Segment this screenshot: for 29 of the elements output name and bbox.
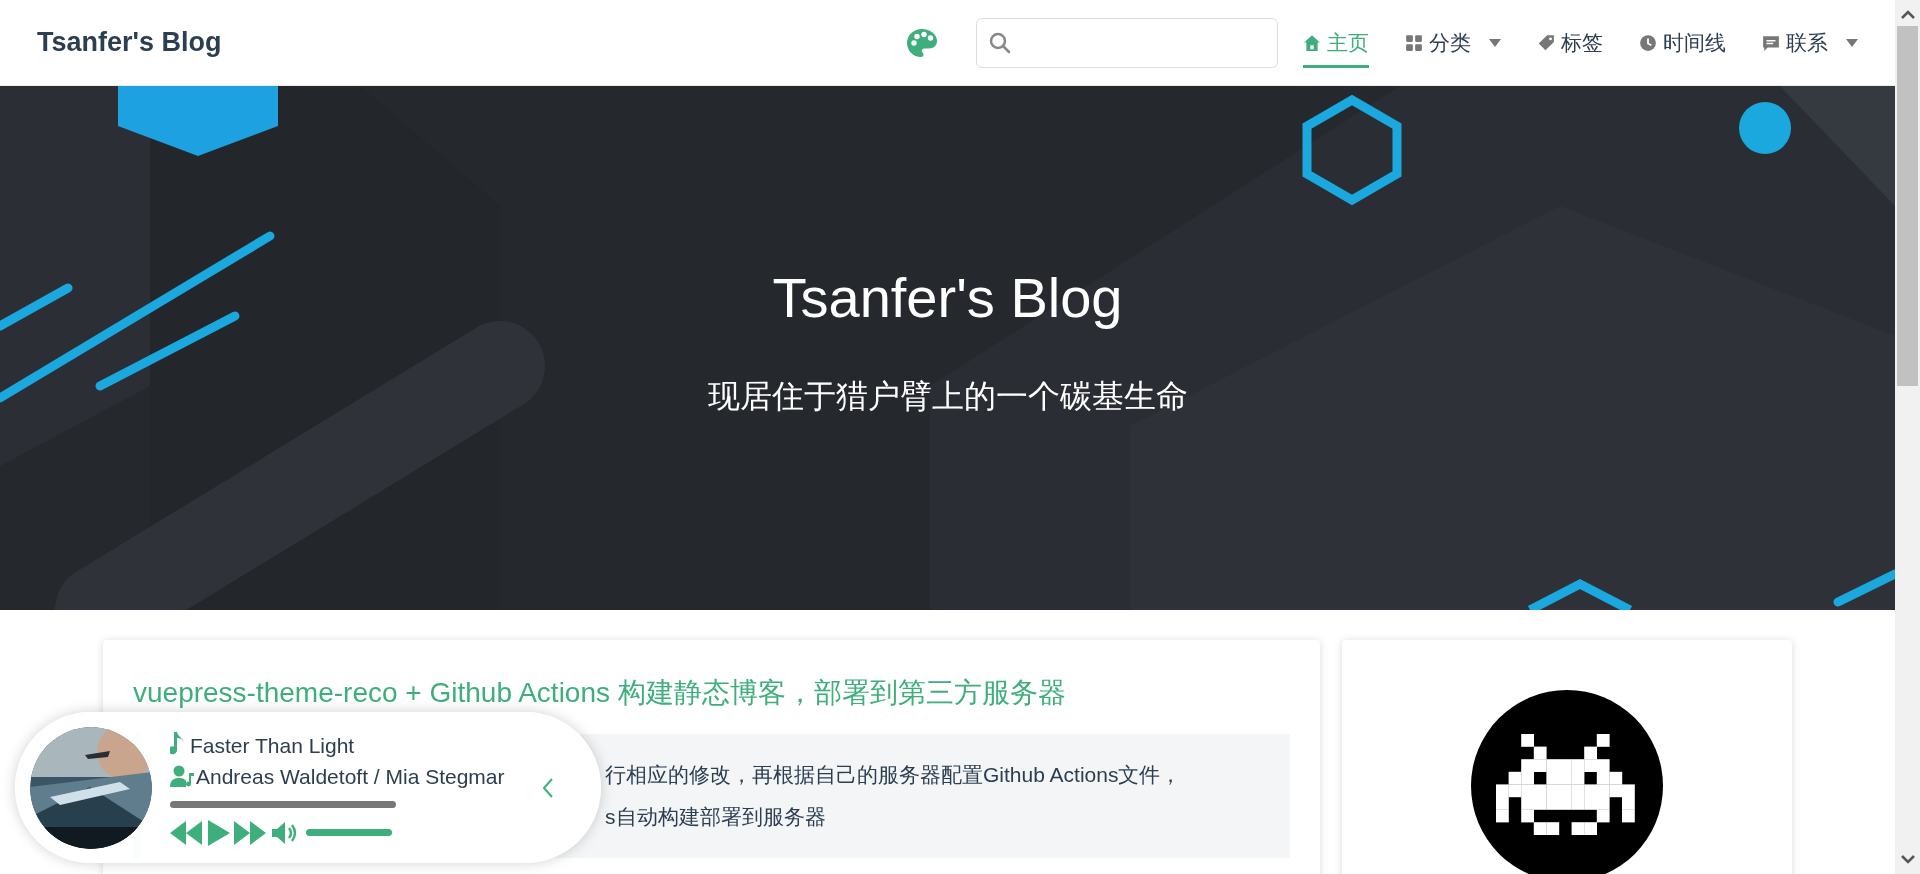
site-title[interactable]: Tsanfer's Blog [37,22,222,63]
artist-icon [170,764,196,789]
song-title: Faster Than Light [190,732,355,759]
clock-icon [1639,34,1657,52]
scroll-down-icon[interactable] [1900,854,1915,864]
chat-icon [1762,34,1780,52]
nav-item[interactable]: 时间线 [1639,17,1726,68]
search-icon [989,31,1011,54]
fast-forward-icon[interactable] [234,820,268,845]
quote-text: s自动构建部署到服务器 [605,804,826,831]
scrollbar-thumb[interactable] [1897,26,1918,386]
hero-title: Tsanfer's Blog [772,265,1123,331]
rewind-icon[interactable] [170,820,204,845]
scrollbar[interactable] [1895,0,1920,874]
collapse-icon[interactable] [542,776,554,799]
nav-item[interactable]: 联系 [1762,17,1858,68]
search-field[interactable] [976,17,1278,68]
hero-subtitle: 现居住于猎户臂上的一个碳基生命 [707,377,1188,416]
play-icon[interactable] [208,819,230,846]
grid-icon [1405,34,1423,52]
palette-icon[interactable] [906,27,938,58]
nav-item[interactable]: 分类 [1405,17,1501,68]
home-icon [1303,34,1321,52]
artist-name: Andreas Waldetoft / Mia Stegmar [196,764,505,790]
volume-icon[interactable] [272,820,298,845]
scroll-up-icon[interactable] [1900,10,1915,20]
nav-item[interactable]: 标签 [1537,17,1603,68]
tag-icon [1537,34,1555,52]
quote-text: 行相应的修改，再根据自己的服务器配置Github Actions文件， [605,762,1182,789]
